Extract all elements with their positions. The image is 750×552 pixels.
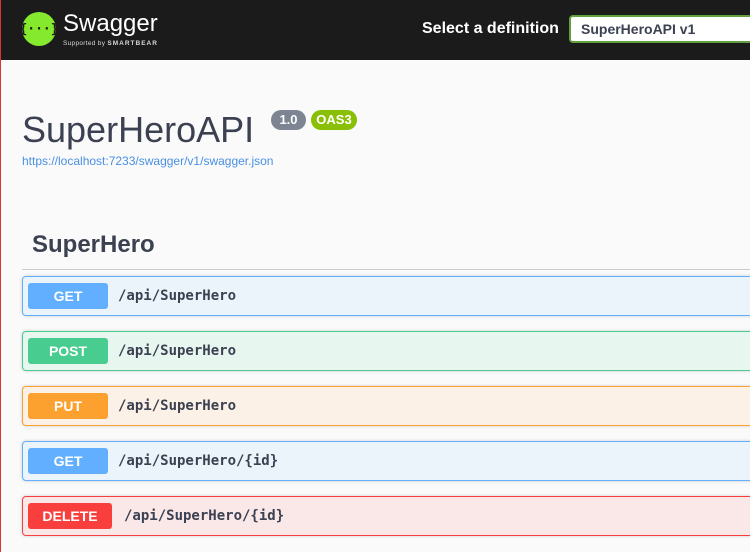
operation-get-superhero-by-id[interactable]: GET /api/SuperHero/{id}	[22, 441, 750, 481]
operation-get-superhero[interactable]: GET /api/SuperHero	[22, 276, 750, 316]
method-badge: DELETE	[28, 503, 112, 529]
operation-path: /api/SuperHero	[118, 343, 237, 359]
method-badge: POST	[28, 338, 108, 364]
logo-text[interactable]: Swagger	[63, 10, 158, 38]
oas-badge: OAS3	[311, 110, 357, 130]
operation-path: /api/SuperHero	[118, 398, 237, 414]
operation-post-superhero[interactable]: POST /api/SuperHero	[22, 331, 750, 371]
tag-divider	[22, 269, 750, 270]
swagger-logo-icon[interactable]: {···}	[22, 12, 56, 46]
operation-delete-superhero-by-id[interactable]: DELETE /api/SuperHero/{id}	[22, 496, 750, 536]
method-badge: GET	[28, 283, 108, 309]
operation-path: /api/SuperHero	[118, 288, 237, 304]
method-badge: PUT	[28, 393, 108, 419]
method-badge: GET	[28, 448, 108, 474]
operation-path: /api/SuperHero/{id}	[118, 453, 279, 469]
logo-sub-brand: SMARTBEAR	[107, 40, 158, 47]
logo-sub-prefix: Supported by	[63, 40, 106, 47]
top-bar: {···} Swagger Supported by SMARTBEAR Sel…	[1, 0, 750, 60]
api-title: SuperHeroAPI	[22, 109, 255, 150]
svg-text:{···}: {···}	[22, 22, 56, 37]
version-badge: 1.0	[271, 110, 306, 130]
tag-section-header[interactable]: SuperHero	[32, 231, 155, 259]
select-definition-label: Select a definition	[422, 20, 559, 37]
operation-put-superhero[interactable]: PUT /api/SuperHero	[22, 386, 750, 426]
operation-path: /api/SuperHero/{id}	[124, 508, 285, 524]
spec-url-link[interactable]: https://localhost:7233/swagger/v1/swagge…	[22, 154, 273, 168]
swagger-ui-page: {···} Swagger Supported by SMARTBEAR Sel…	[0, 0, 750, 552]
logo-subtitle: Supported by SMARTBEAR	[63, 40, 158, 47]
definition-select[interactable]: SuperHeroAPI v1	[569, 15, 750, 43]
